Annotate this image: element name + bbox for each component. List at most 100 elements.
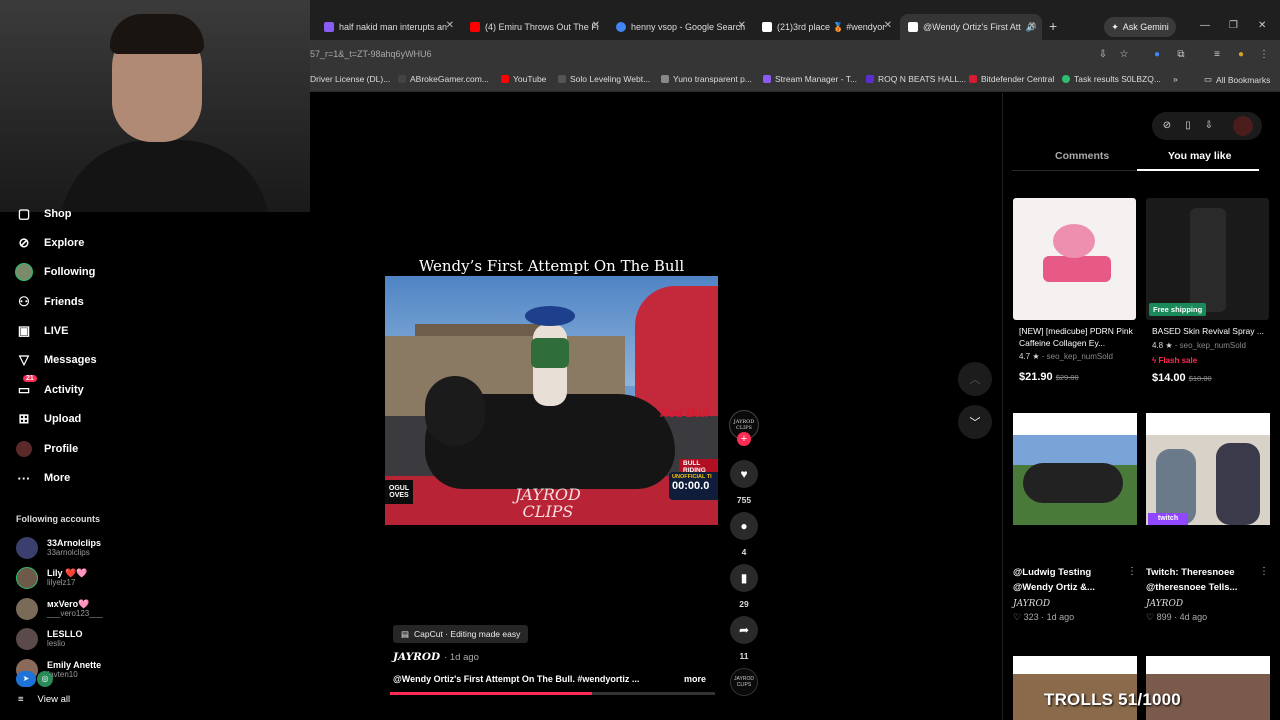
share-arrow-icon: ➦	[738, 623, 750, 637]
following-account[interactable]: 33Arnolclips 33arnolclips	[16, 537, 101, 559]
bookmark-item[interactable]: Task results S0LBZQ...	[1062, 74, 1161, 84]
close-tab-icon[interactable]: ✕	[1028, 21, 1036, 32]
browser-tab-4[interactable]: (21)3rd place 🥉 #wendyor ✕	[762, 16, 892, 38]
install-app-icon[interactable]: ⇩	[1096, 48, 1110, 62]
user-avatar[interactable]	[1233, 116, 1253, 136]
product-title[interactable]: BASED Skin Revival Spray ...	[1152, 326, 1276, 338]
follow-plus-icon[interactable]: +	[737, 432, 751, 446]
redbull-logo: Red Bull	[660, 406, 709, 420]
bookmark-item[interactable]: Yuno transparent p...	[661, 74, 752, 84]
browser-tab-active[interactable]: @Wendy Ortiz's First Att 🔊 ✕	[900, 14, 1042, 40]
caption-more-link[interactable]: more	[684, 674, 706, 684]
live-share-icon[interactable]: ➤	[16, 671, 36, 687]
video-title[interactable]: @Ludwig Testing @Wendy Ortiz &...	[1013, 565, 1128, 595]
sidebar-item-profile[interactable]: Profile	[15, 438, 78, 460]
rider-jersey	[531, 338, 569, 368]
bookmark-favicon-icon	[398, 75, 406, 83]
browser-tab-1[interactable]: half nakid man interupts an ✕	[324, 16, 454, 38]
browser-tab-3[interactable]: henny vsop - Google Search ✕	[616, 16, 746, 38]
sidebar-item-live[interactable]: ▣ LIVE	[15, 320, 69, 342]
restore-icon[interactable]: ❐	[1229, 20, 1238, 31]
video-thumbnail[interactable]: twitch	[1146, 413, 1270, 525]
following-account[interactable]: LESLLO leslio	[16, 628, 83, 650]
media-control-icon[interactable]: ≡	[1210, 48, 1224, 62]
phone-icon[interactable]: ▯	[1180, 118, 1196, 134]
browser-menu-icon[interactable]: ⋮	[1257, 48, 1271, 62]
capcut-anchor[interactable]: ▤ CapCut · Editing made easy	[393, 625, 529, 643]
bookmark-star-icon[interactable]: ☆	[1117, 48, 1131, 62]
heart-outline-icon: ♡	[1013, 612, 1022, 622]
bookmark-item[interactable]: Solo Leveling Webt...	[558, 74, 650, 84]
close-tab-icon[interactable]: ✕	[738, 20, 746, 31]
video-thumbnail[interactable]	[1146, 656, 1270, 720]
product-price: $14.00 $18.00	[1152, 372, 1212, 384]
tab-comments[interactable]: Comments	[1055, 150, 1109, 162]
video-player[interactable]: Red Bull OGUL OVES BULL RIDING UNOFFICIA…	[385, 276, 718, 525]
following-account[interactable]: ᴍxVero🩷 ___vero123___	[16, 598, 103, 620]
video-title-overlay: Wendy’s First Attempt On The Bull	[418, 257, 685, 275]
video-thumbnail[interactable]	[1013, 413, 1137, 525]
url-field[interactable]: 57_r=1&_t=ZT-98ahq6yWHU6	[310, 49, 432, 59]
product-image[interactable]	[1013, 198, 1136, 320]
profile-avatar-icon[interactable]: ●	[1234, 48, 1248, 62]
twitch-favicon-icon	[324, 22, 334, 32]
video-title[interactable]: Twitch: Theresnoee @theresnoee Tells...	[1146, 565, 1261, 595]
close-tab-icon[interactable]: ✕	[446, 20, 454, 31]
next-video-button[interactable]: ﹀	[958, 405, 992, 439]
link-icon[interactable]: ⊘	[1159, 118, 1175, 134]
bookmark-item[interactable]: Bitdefender Central	[969, 74, 1054, 84]
product-title[interactable]: [NEW] [medicube] PDRN Pink Caffeine Coll…	[1019, 326, 1143, 349]
status-icon[interactable]: ◎	[37, 671, 53, 687]
sidebar-item-following[interactable]: Following	[15, 261, 95, 283]
minimize-icon[interactable]: —	[1200, 20, 1210, 31]
sidebar-item-friends[interactable]: ⚇ Friends	[15, 291, 84, 313]
avatar	[16, 537, 38, 559]
previous-video-button[interactable]: ︿	[958, 362, 992, 396]
save-button[interactable]: ▮	[730, 564, 758, 592]
google-favicon-icon	[616, 22, 626, 32]
close-tab-icon[interactable]: ✕	[884, 20, 892, 31]
video-thumbnail[interactable]	[1013, 656, 1137, 720]
view-all-link[interactable]: ≡ View all	[18, 694, 70, 705]
video-author[interactable]: JAYROD	[1146, 599, 1183, 609]
like-button[interactable]: ♥	[730, 460, 758, 488]
extensions-puzzle-icon[interactable]: ⧉	[1174, 48, 1188, 62]
following-account[interactable]: Lily ❤️🩷 lilyelz17	[16, 567, 87, 589]
sidebar-item-activity[interactable]: ▭ 21 Activity	[15, 375, 84, 401]
sidebar-item-more[interactable]: ··· More	[15, 467, 71, 489]
download-icon[interactable]: ⇩	[1201, 118, 1217, 134]
share-button[interactable]: ➦	[730, 616, 758, 644]
sidebar-item-messages[interactable]: ▽ Messages	[15, 349, 97, 371]
save-count: 29	[739, 599, 749, 609]
bookmark-item[interactable]: Driver License (DL)...	[310, 74, 390, 84]
bookmark-item[interactable]: YouTube	[501, 74, 546, 84]
sidebar-item-shop[interactable]: ▢ Shop	[15, 203, 72, 225]
all-bookmarks-folder[interactable]: ▭ All Bookmarks	[1204, 74, 1270, 85]
sidebar-item-upload[interactable]: ⊞ Upload	[15, 408, 82, 430]
bookmark-item[interactable]: Stream Manager - T...	[763, 74, 857, 84]
browser-tab-2[interactable]: (4) Emiru Throws Out The Fi ✕	[470, 16, 600, 38]
bookmark-item[interactable]: ROQ N BEATS HALL...	[866, 74, 966, 84]
more-options-icon[interactable]: ⋮	[1127, 566, 1137, 577]
gemini-sparkle-icon: ✦	[1111, 21, 1119, 32]
video-progress-bar[interactable]	[390, 692, 715, 695]
video-author[interactable]: JAYROD	[1013, 599, 1050, 609]
bookmark-item[interactable]: ABrokeGamer.com...	[398, 74, 489, 84]
youtube-favicon-icon	[501, 75, 509, 83]
music-disc[interactable]: JAYROD CLIPS	[730, 668, 758, 696]
product-pad	[1053, 224, 1095, 258]
more-icon: ···	[17, 470, 31, 486]
more-options-icon[interactable]: ⋮	[1259, 566, 1269, 577]
close-tab-icon[interactable]: ✕	[592, 20, 600, 31]
comment-button[interactable]: ●	[730, 512, 758, 540]
tab-you-may-like[interactable]: You may like	[1168, 150, 1231, 162]
video-author[interactable]: JAYROD · 1d ago	[393, 651, 479, 663]
ask-gemini-button[interactable]: ✦ Ask Gemini	[1104, 17, 1176, 37]
new-tab-icon[interactable]: +	[1049, 18, 1057, 34]
bookmarks-overflow-icon[interactable]: »	[1173, 74, 1178, 84]
extension-icon[interactable]: ●	[1150, 48, 1164, 62]
close-window-icon[interactable]: ✕	[1258, 20, 1266, 31]
sidebar-item-explore[interactable]: ⊘ Explore	[15, 232, 85, 254]
product-image[interactable]	[1146, 198, 1269, 320]
active-tab-indicator	[1137, 169, 1259, 171]
